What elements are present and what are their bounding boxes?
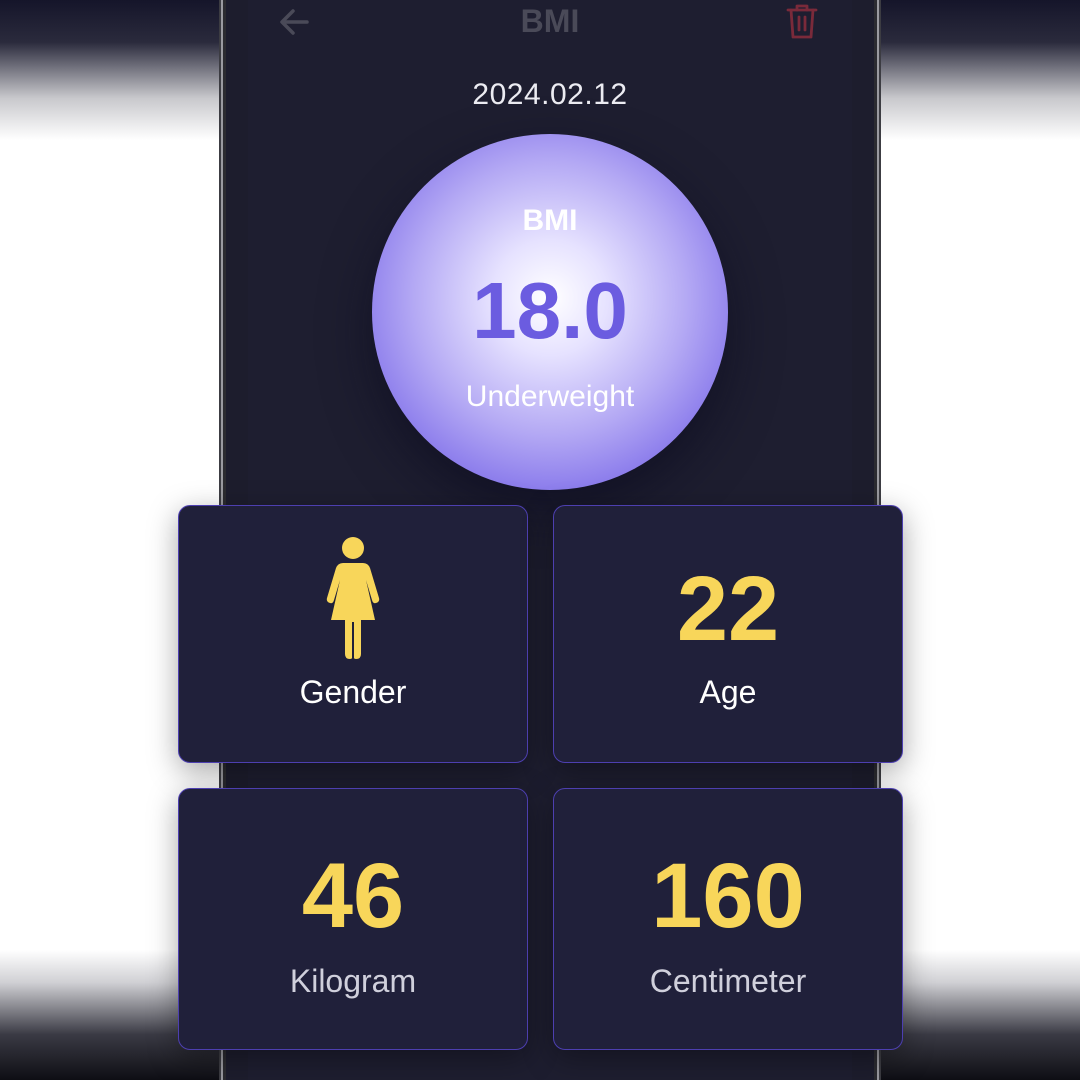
phone-side-button [219, 160, 225, 216]
female-icon [326, 537, 380, 659]
age-value: 22 [676, 558, 780, 660]
age-label: Age [699, 674, 757, 710]
trash-icon[interactable] [785, 2, 819, 40]
weight-unit-label: Kilogram [289, 963, 417, 999]
phone-side-button [219, 394, 225, 498]
gender-label: Gender [299, 674, 407, 710]
arrow-left-icon[interactable] [277, 4, 313, 40]
bmi-value: 18.0 [472, 266, 628, 355]
page-title: BMI [520, 3, 580, 39]
bmi-result-circle: BMI 18.0 Underweight [372, 134, 728, 490]
phone-side-button [219, 262, 225, 366]
weight-value: 46 [301, 845, 405, 947]
height-unit-label: Centimeter [649, 963, 807, 999]
gender-card: Gender [178, 505, 528, 763]
height-card: 160 Centimeter [553, 788, 903, 1050]
phone-side-button [875, 298, 881, 458]
height-value: 160 [651, 845, 805, 947]
age-card: 22 Age [553, 505, 903, 763]
bmi-label: BMI [522, 204, 578, 237]
record-date: 2024.02.12 [472, 78, 628, 111]
weight-card: 46 Kilogram [178, 788, 528, 1050]
bmi-status: Underweight [465, 380, 635, 413]
